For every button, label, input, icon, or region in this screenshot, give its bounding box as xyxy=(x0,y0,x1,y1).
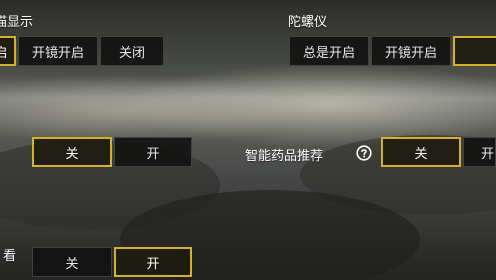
smart-medicine-off[interactable]: 关 xyxy=(381,137,461,167)
display-option-off[interactable]: 关闭 xyxy=(100,36,164,66)
gyroscope-option-always[interactable]: 总是开启 xyxy=(289,36,369,66)
display-options: 启 开镜开启 关闭 xyxy=(0,36,166,66)
toggle-left-options: 关 开 xyxy=(32,137,194,167)
smart-medicine-label: 智能药品推荐 xyxy=(245,149,324,164)
question-circle-icon[interactable] xyxy=(356,145,372,161)
view-label: 看 xyxy=(3,249,17,264)
view-on[interactable]: 开 xyxy=(114,247,192,277)
gyroscope-options: 总是开启 开镜开启 关 xyxy=(289,36,496,66)
view-options: 关 开 xyxy=(32,247,194,277)
smart-medicine-on[interactable]: 开 xyxy=(463,137,496,167)
gyroscope-option-off[interactable]: 关 xyxy=(453,36,496,66)
gyroscope-option-scope-on[interactable]: 开镜开启 xyxy=(371,36,451,66)
toggle-left-off[interactable]: 关 xyxy=(32,137,112,167)
display-label: 瞄显示 xyxy=(0,15,34,30)
toggle-left-on[interactable]: 开 xyxy=(114,137,192,167)
display-option-on[interactable]: 启 xyxy=(0,36,16,66)
gyroscope-label: 陀螺仪 xyxy=(288,15,328,30)
display-option-scope-on[interactable]: 开镜开启 xyxy=(18,36,98,66)
smart-medicine-options: 关 开 xyxy=(381,137,496,167)
view-off[interactable]: 关 xyxy=(32,247,112,277)
